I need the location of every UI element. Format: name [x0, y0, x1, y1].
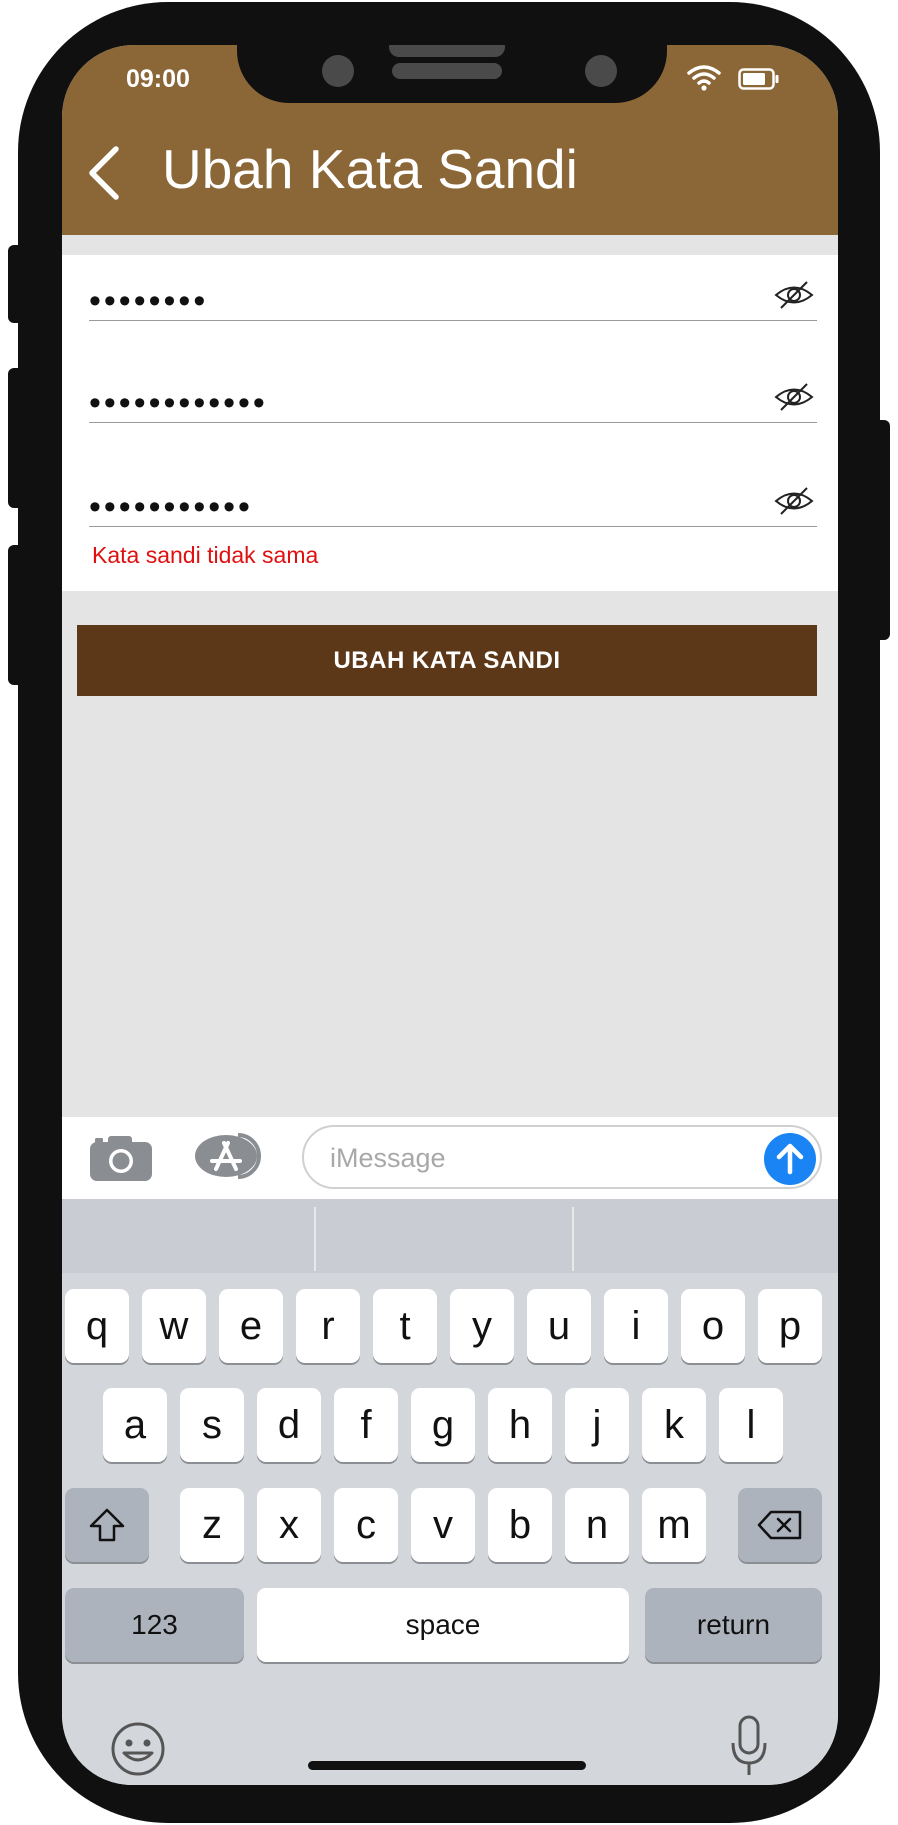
key-f[interactable]: f: [334, 1388, 398, 1462]
power-button: [874, 420, 890, 640]
speaker: [389, 45, 505, 57]
imessage-bar: iMessage: [62, 1117, 838, 1199]
mute-switch: [8, 245, 24, 323]
status-time: 09:00: [126, 65, 190, 93]
eye-off-icon[interactable]: [773, 380, 815, 414]
new-password-field[interactable]: ••••••••••••: [89, 357, 817, 423]
key-b[interactable]: b: [488, 1488, 552, 1562]
key-a[interactable]: a: [103, 1388, 167, 1462]
send-arrow-icon[interactable]: [764, 1133, 816, 1185]
key-e[interactable]: e: [219, 1289, 283, 1363]
key-r[interactable]: r: [296, 1289, 360, 1363]
change-password-button[interactable]: UBAH KATA SANDI: [77, 625, 817, 696]
password-mismatch-error: Kata sandi tidak sama: [92, 542, 319, 568]
app-header: 09:00 Ubah Kata Sandi: [62, 45, 838, 235]
shift-arrow-icon: [89, 1508, 125, 1542]
password-form: •••••••• •••••••••••• ••••••••••• Kata s…: [62, 255, 838, 591]
key-d[interactable]: d: [257, 1388, 321, 1462]
key-i[interactable]: i: [604, 1289, 668, 1363]
key-s[interactable]: s: [180, 1388, 244, 1462]
wifi-icon: [687, 65, 721, 91]
volume-up-button: [8, 368, 24, 508]
key-p[interactable]: p: [758, 1289, 822, 1363]
home-indicator: [308, 1761, 586, 1770]
key-c[interactable]: c: [334, 1488, 398, 1562]
page-title: Ubah Kata Sandi: [162, 138, 578, 200]
sensor: [585, 55, 617, 87]
key-k[interactable]: k: [642, 1388, 706, 1462]
imessage-input[interactable]: iMessage: [302, 1125, 822, 1189]
key-m[interactable]: m: [642, 1488, 706, 1562]
key-q[interactable]: q: [65, 1289, 129, 1363]
suggestion-divider: [314, 1207, 316, 1271]
key-o[interactable]: o: [681, 1289, 745, 1363]
eye-off-icon[interactable]: [773, 484, 815, 518]
volume-down-button: [8, 545, 24, 685]
key-t[interactable]: t: [373, 1289, 437, 1363]
imessage-placeholder: iMessage: [330, 1143, 446, 1173]
camera-icon[interactable]: [88, 1133, 154, 1183]
key-v[interactable]: v: [411, 1488, 475, 1562]
key-g[interactable]: g: [411, 1388, 475, 1462]
speaker-grille: [392, 63, 502, 79]
suggestion-bar: [62, 1199, 838, 1273]
key-h[interactable]: h: [488, 1388, 552, 1462]
battery-icon: [738, 68, 779, 90]
notch: [237, 45, 667, 103]
key-u[interactable]: u: [527, 1289, 591, 1363]
old-password-value: ••••••••: [89, 282, 209, 320]
eye-off-icon[interactable]: [773, 278, 815, 312]
suggestion-divider: [572, 1207, 574, 1271]
emoji-icon[interactable]: [110, 1721, 166, 1777]
return-key[interactable]: return: [645, 1588, 822, 1662]
new-password-value: ••••••••••••: [89, 384, 268, 422]
numbers-key[interactable]: 123: [65, 1588, 244, 1662]
key-w[interactable]: w: [142, 1289, 206, 1363]
keyboard: q w e r t y u i o p a s d f g h j k l z …: [62, 1199, 838, 1785]
key-x[interactable]: x: [257, 1488, 321, 1562]
key-l[interactable]: l: [719, 1388, 783, 1462]
app-store-icon[interactable]: [194, 1131, 266, 1181]
confirm-password-value: •••••••••••: [89, 488, 253, 526]
key-j[interactable]: j: [565, 1388, 629, 1462]
backspace-key[interactable]: [738, 1488, 822, 1562]
key-y[interactable]: y: [450, 1289, 514, 1363]
shift-key[interactable]: [65, 1488, 149, 1562]
front-camera: [322, 55, 354, 87]
space-key[interactable]: space: [257, 1588, 629, 1662]
old-password-field[interactable]: ••••••••: [89, 255, 817, 321]
key-n[interactable]: n: [565, 1488, 629, 1562]
backspace-icon: [757, 1510, 802, 1540]
microphone-icon[interactable]: [730, 1715, 768, 1779]
screen: 09:00 Ubah Kata Sandi •••••••• •••••••••…: [62, 45, 838, 1785]
key-z[interactable]: z: [180, 1488, 244, 1562]
confirm-password-field[interactable]: •••••••••••: [89, 461, 817, 527]
back-arrow-icon[interactable]: [84, 143, 126, 203]
